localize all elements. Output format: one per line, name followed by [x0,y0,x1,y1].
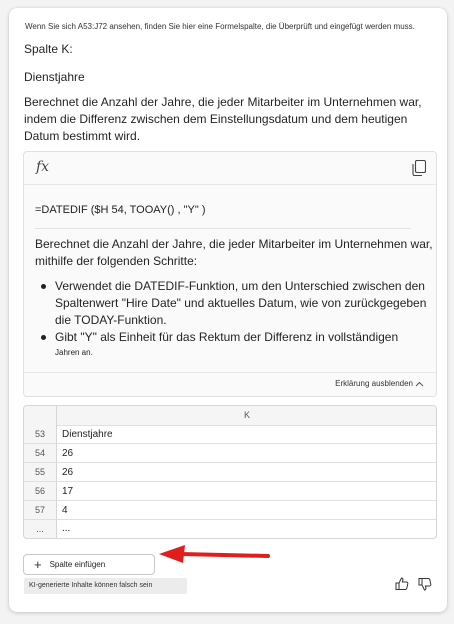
table-row: 54 26 [24,444,436,463]
cell-value: Dienstjahre [62,429,113,440]
row-number: 56 [24,482,57,500]
thumbs-up-icon[interactable] [394,576,410,592]
corner-cell [24,406,57,426]
column-preview-grid: K 53 Dienstjahre 54 26 55 26 56 17 57 4 … [23,405,437,539]
table-row: 56 17 [24,482,436,501]
copilot-response-card: Wenn Sie sich A53:J72 ansehen, finden Si… [9,8,447,612]
step-item: Verwendet die DATEDIF-Funktion, um den U… [35,278,435,329]
table-row: 53 Dienstjahre [24,426,436,444]
explanation-footer: Erklärung ausblenden [24,372,436,396]
insert-column-label: Spalte einfügen [49,560,106,569]
formula-explanation: Berechnet die Anzahl der Jahre, die jede… [35,237,433,268]
formula-toolbar: fx [24,152,436,185]
table-row: 55 26 [24,463,436,482]
table-row: ... ... [24,520,436,538]
copy-icon[interactable] [412,160,426,176]
row-number: 55 [24,463,57,481]
hide-explanation-button[interactable]: Erklärung ausblenden [335,379,424,388]
column-title: Dienstjahre [24,70,85,84]
chevron-up-icon [415,381,424,386]
thumbs-down-icon[interactable] [417,576,433,592]
formula-divider [35,228,411,229]
formula-text: =DATEDIF ($H 54, TOOAY() , "Y" ) [35,204,206,216]
cell-value: 26 [62,467,74,478]
plus-icon: + [34,556,42,572]
cell-value: 4 [62,505,68,516]
cell-value: ... [62,523,71,534]
formula-panel: fx =DATEDIF ($H 54, TOOAY() , "Y" ) Bere… [23,151,437,397]
column-header-row: K [24,406,436,426]
column-heading: Spalte K: [24,42,73,56]
row-number: ... [24,520,57,538]
cell-value: 26 [62,448,74,459]
ai-disclaimer: KI-generierte Inhalte können falsch sein [24,578,187,594]
function-icon: fx [36,159,50,175]
step-item: Gibt "Y" als Einheit für das Rektum der … [35,329,435,346]
column-letter: K [243,410,250,420]
column-description: Berechnet die Anzahl der Jahre, die jede… [24,95,422,143]
explanation-steps: Verwendet die DATEDIF-Funktion, um den U… [35,278,435,360]
red-arrow-annotation [159,545,270,563]
row-number: 54 [24,444,57,462]
row-number: 57 [24,501,57,519]
cell-value: 17 [62,486,74,497]
insert-column-button[interactable]: + Spalte einfügen [23,554,155,575]
row-number: 53 [24,426,57,443]
step-item-continuation: Jahren an. [55,348,93,357]
table-row: 57 4 [24,501,436,520]
intro-text: Wenn Sie sich A53:J72 ansehen, finden Si… [25,22,415,31]
hide-explanation-label: Erklärung ausblenden [335,379,413,388]
